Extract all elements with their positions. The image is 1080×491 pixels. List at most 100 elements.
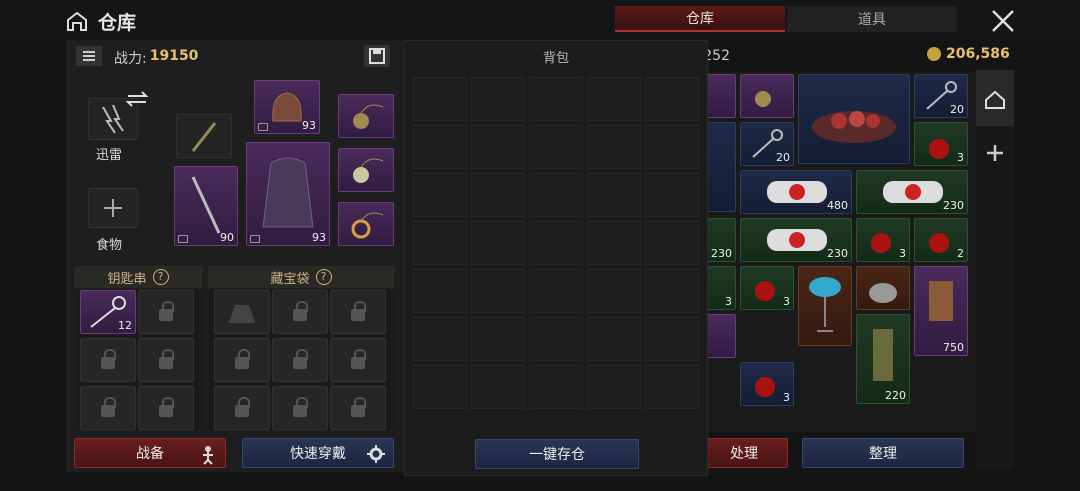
keyring-title: 钥匙串 (107, 271, 147, 287)
empty-slot[interactable] (529, 77, 583, 121)
warehouse-item[interactable]: 2 (914, 218, 968, 262)
padlock-icon (159, 349, 174, 369)
empty-slot[interactable] (529, 125, 583, 169)
warehouse-item[interactable]: 3 (914, 122, 968, 166)
empty-slot[interactable] (587, 221, 641, 265)
empty-slot[interactable] (645, 221, 699, 265)
chalice-icon (809, 277, 841, 332)
empty-slot[interactable] (587, 317, 641, 361)
plus-icon[interactable] (984, 142, 1006, 164)
sort-button[interactable]: 整理 (802, 438, 964, 468)
help-icon[interactable]: ? (152, 269, 169, 285)
empty-slot[interactable] (413, 125, 467, 169)
locked-slot (330, 338, 386, 382)
empty-slot[interactable] (413, 269, 467, 313)
key-count: 12 (118, 319, 132, 332)
tab-items[interactable]: 道具 (787, 6, 957, 32)
empty-slot[interactable] (645, 365, 699, 409)
empty-slot[interactable] (529, 173, 583, 217)
empty-slot[interactable] (413, 221, 467, 265)
empty-slot[interactable] (529, 365, 583, 409)
empty-slot[interactable] (587, 365, 641, 409)
treasure-bag-title: 藏宝袋 (270, 271, 310, 287)
warehouse-item[interactable]: 230 (856, 170, 968, 214)
empty-slot[interactable] (413, 317, 467, 361)
locked-slot (138, 290, 194, 334)
sidebar-warehouse-tab[interactable] (976, 70, 1014, 126)
quick-equip-button[interactable]: 快速穿戴 (242, 438, 394, 468)
empty-slot[interactable] (471, 125, 525, 169)
empty-slot[interactable] (587, 269, 641, 313)
swap-icon[interactable] (124, 88, 150, 110)
padlock-icon (159, 301, 174, 321)
tab-warehouse[interactable]: 仓库 (615, 6, 785, 32)
save-icon[interactable] (364, 45, 390, 67)
empty-slot[interactable] (471, 269, 525, 313)
item-count: 20 (776, 151, 790, 164)
empty-slot[interactable] (587, 125, 641, 169)
empty-slot[interactable] (587, 173, 641, 217)
empty-slot[interactable] (471, 173, 525, 217)
empty-slot[interactable] (587, 77, 641, 121)
treasure-bag-header: 藏宝袋 ? (208, 266, 394, 288)
warehouse-item[interactable] (856, 266, 910, 310)
locked-slot (272, 290, 328, 334)
item-count: 3 (725, 295, 732, 308)
empty-slot[interactable] (645, 317, 699, 361)
empty-slot[interactable] (645, 77, 699, 121)
item-count: 750 (943, 341, 964, 354)
empty-slot[interactable] (471, 221, 525, 265)
deposit-all-button[interactable]: 一键存仓 (475, 439, 639, 469)
menu-icon[interactable] (76, 46, 102, 66)
warehouse-item[interactable] (706, 314, 736, 358)
key-slot[interactable]: 12 (80, 290, 136, 334)
empty-slot[interactable] (413, 365, 467, 409)
food-slot[interactable] (88, 188, 138, 228)
warehouse-item[interactable]: 3 (706, 266, 736, 310)
empty-slot[interactable] (471, 365, 525, 409)
empty-slot[interactable] (529, 317, 583, 361)
ring-slot[interactable] (338, 202, 394, 246)
warehouse-item[interactable]: 230 (740, 218, 852, 262)
empty-slot[interactable] (413, 173, 467, 217)
warehouse-item[interactable] (706, 74, 736, 118)
cloak-slot[interactable]: 93 (246, 142, 330, 246)
warehouse-item[interactable]: 20 (740, 122, 794, 166)
battle-prep-button[interactable]: 战备 (74, 438, 226, 468)
warehouse-item[interactable]: 750 (914, 266, 968, 356)
close-icon[interactable] (990, 8, 1016, 34)
warehouse-item[interactable]: 230 (706, 218, 736, 262)
cloak-icon (262, 157, 314, 228)
warehouse-item[interactable] (706, 122, 736, 212)
warehouse-item[interactable] (798, 74, 910, 164)
sword-slot[interactable]: 90 (174, 166, 238, 246)
sidebar (976, 70, 1014, 470)
warehouse-item[interactable]: 480 (740, 170, 852, 214)
empty-slot[interactable] (471, 317, 525, 361)
warehouse-item[interactable]: 220 (856, 314, 910, 404)
item-count: 480 (827, 199, 848, 212)
necklace-slot-2[interactable] (338, 148, 394, 192)
warehouse-item[interactable]: 3 (740, 266, 794, 310)
warehouse-item[interactable] (798, 266, 852, 346)
padlock-icon (235, 397, 250, 417)
dagger-slot[interactable] (176, 114, 232, 158)
cloak-count: 93 (312, 231, 326, 244)
empty-slot[interactable] (645, 269, 699, 313)
empty-slot[interactable] (529, 269, 583, 313)
necklace-slot-1[interactable] (338, 94, 394, 138)
backpack-grid (413, 77, 703, 409)
empty-slot[interactable] (413, 77, 467, 121)
bag-slot[interactable] (214, 290, 270, 334)
warehouse-item[interactable]: 3 (740, 362, 794, 406)
warehouse-item[interactable] (740, 74, 794, 118)
help-icon[interactable]: ? (315, 269, 332, 285)
empty-slot[interactable] (529, 221, 583, 265)
empty-slot[interactable] (645, 125, 699, 169)
warehouse-item[interactable]: 3 (856, 218, 910, 262)
empty-slot[interactable] (645, 173, 699, 217)
warehouse-item[interactable]: 20 (914, 74, 968, 118)
helmet-slot[interactable]: 93 (254, 80, 320, 134)
padlock-icon (293, 397, 308, 417)
empty-slot[interactable] (471, 77, 525, 121)
